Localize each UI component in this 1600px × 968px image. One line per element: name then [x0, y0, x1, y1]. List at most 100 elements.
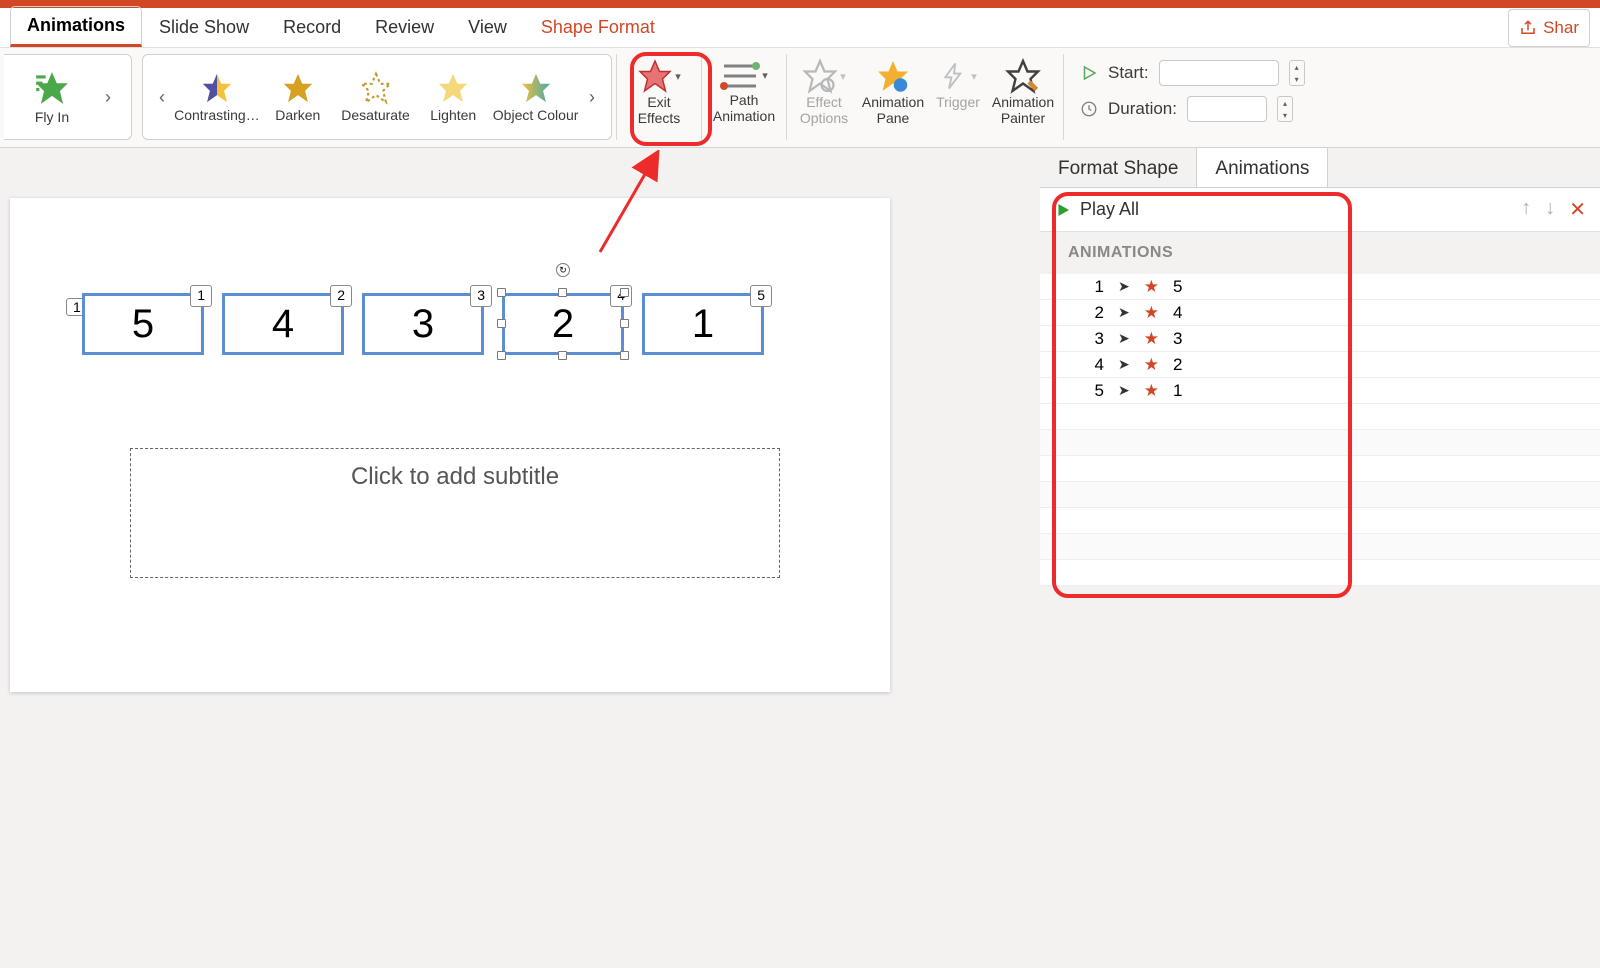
gallery-next[interactable]: › — [94, 59, 122, 135]
timing-group: Start: ▴▾ Duration: ▴▾ — [1068, 54, 1311, 122]
exit-effects-label: Exit Effects — [638, 94, 681, 126]
animation-pane: Format Shape Animations Play All ↑ ↓ ✕ A… — [1040, 148, 1600, 968]
exit-star-icon: ★ — [1144, 355, 1159, 375]
move-down-icon[interactable]: ↓ — [1545, 197, 1555, 222]
play-all-bar: Play All ↑ ↓ ✕ — [1040, 188, 1600, 232]
exit-effects-button[interactable]: ▾ Exit Effects — [621, 54, 697, 140]
start-dropdown[interactable] — [1159, 60, 1279, 86]
share-button[interactable]: Shar — [1508, 9, 1590, 47]
entrance-gallery[interactable]: Fly In › — [4, 54, 132, 140]
star-icon — [519, 71, 553, 105]
order-number: 3 — [1090, 329, 1104, 349]
emphasis-gallery[interactable]: ‹ Contrasting… Darken Desaturate Lighten… — [142, 54, 612, 140]
play-icon[interactable] — [1054, 201, 1072, 219]
animation-list-item[interactable]: 5➤★1 — [1040, 378, 1600, 404]
exit-star-icon: ★ — [1144, 381, 1159, 401]
ribbon-tabs: Animations Slide Show Record Review View… — [0, 8, 1600, 48]
separator — [1063, 54, 1064, 140]
chevron-down-icon: ▾ — [675, 70, 681, 83]
chevron-down-icon: ▾ — [840, 70, 846, 83]
exit-star-icon: ★ — [1144, 329, 1159, 349]
start-label: Start: — [1108, 63, 1149, 83]
bolt-icon — [939, 58, 969, 94]
duration-stepper[interactable]: ▴▾ — [1277, 96, 1293, 122]
delete-icon[interactable]: ✕ — [1569, 197, 1586, 222]
effect-options-button: ▾ Effect Options — [791, 54, 857, 140]
path-icon — [720, 58, 760, 92]
chevron-down-icon: ▾ — [971, 70, 977, 83]
selection-handle[interactable] — [497, 288, 506, 297]
right-pane-tabs: Format Shape Animations — [1040, 148, 1600, 188]
separator — [786, 54, 787, 140]
animation-list-item[interactable]: 4➤★2 — [1040, 352, 1600, 378]
selection-handle[interactable] — [497, 351, 506, 360]
animation-lighten[interactable]: Lighten — [414, 59, 492, 135]
star-gear-icon — [802, 58, 838, 94]
tab-shape-format[interactable]: Shape Format — [524, 8, 672, 47]
star-icon — [359, 71, 393, 105]
animation-desaturate[interactable]: Desaturate — [337, 59, 415, 135]
animation-contrasting[interactable]: Contrasting… — [175, 59, 259, 135]
selection-handle[interactable] — [620, 319, 629, 328]
gallery-next[interactable]: › — [579, 59, 605, 135]
rotation-handle[interactable]: ↻ — [556, 263, 570, 277]
tab-slideshow[interactable]: Slide Show — [142, 8, 266, 47]
animation-pane-button[interactable]: Animation Pane — [857, 54, 929, 140]
shape-text: 5 — [82, 293, 204, 355]
slide-canvas[interactable]: 1 51423324↻15 Click to add subtitle — [0, 148, 1040, 968]
tab-review[interactable]: Review — [358, 8, 451, 47]
selection-handle[interactable] — [497, 319, 506, 328]
animation-order-tag[interactable]: 1 — [190, 285, 212, 307]
play-all-label[interactable]: Play All — [1080, 199, 1139, 220]
move-up-icon[interactable]: ↑ — [1521, 197, 1531, 222]
animation-list-item[interactable]: 2➤★4 — [1040, 300, 1600, 326]
animation-order-tag[interactable]: 3 — [470, 285, 492, 307]
shape-2[interactable]: 24↻ — [502, 293, 624, 355]
path-animation-button[interactable]: ▾ Path Animation — [706, 54, 782, 140]
duration-input[interactable] — [1187, 96, 1267, 122]
star-icon — [33, 69, 71, 107]
gallery-prev[interactable]: ‹ — [149, 59, 175, 135]
star-icon — [436, 71, 470, 105]
tab-record[interactable]: Record — [266, 8, 358, 47]
animation-order-tag[interactable]: 2 — [330, 285, 352, 307]
tab-animations[interactable]: Animations — [10, 6, 142, 47]
target-name: 4 — [1173, 303, 1182, 323]
animation-darken[interactable]: Darken — [259, 59, 337, 135]
animation-list-item[interactable]: 1➤★5 — [1040, 274, 1600, 300]
animation-painter-button[interactable]: Animation Painter — [987, 54, 1059, 140]
subtitle-placeholder[interactable]: Click to add subtitle — [130, 448, 780, 578]
target-name: 3 — [1173, 329, 1182, 349]
star-gear-icon — [875, 58, 911, 94]
shape-5[interactable]: 51 — [82, 293, 204, 355]
target-name: 2 — [1173, 355, 1182, 375]
exit-star-icon: ★ — [1144, 277, 1159, 297]
tab-format-shape[interactable]: Format Shape — [1040, 148, 1197, 187]
ribbon: Fly In › ‹ Contrasting… Darken Desaturat… — [0, 48, 1600, 148]
selection-handle[interactable] — [620, 288, 629, 297]
share-label: Shar — [1543, 18, 1579, 38]
shape-4[interactable]: 42 — [222, 293, 344, 355]
shape-3[interactable]: 33 — [362, 293, 484, 355]
tab-view[interactable]: View — [451, 8, 524, 47]
star-icon — [200, 71, 234, 105]
star-icon — [637, 58, 673, 94]
slide[interactable]: 1 51423324↻15 Click to add subtitle — [10, 198, 890, 692]
animation-flyin[interactable]: Fly In — [10, 59, 94, 135]
animation-label: Fly In — [35, 109, 69, 125]
shape-1[interactable]: 15 — [642, 293, 764, 355]
exit-star-icon: ★ — [1144, 303, 1159, 323]
tab-animations-pane[interactable]: Animations — [1197, 148, 1328, 187]
onclick-icon: ➤ — [1118, 382, 1130, 399]
selection-handle[interactable] — [558, 288, 567, 297]
animation-object-colour[interactable]: Object Colour — [492, 59, 579, 135]
animation-list-item[interactable]: 3➤★3 — [1040, 326, 1600, 352]
animation-painter-label: Animation Painter — [992, 94, 1054, 126]
animation-list: 1➤★52➤★43➤★34➤★25➤★1 — [1040, 274, 1600, 586]
selection-handle[interactable] — [620, 351, 629, 360]
start-stepper[interactable]: ▴▾ — [1289, 60, 1305, 86]
animation-order-tag[interactable]: 5 — [750, 285, 772, 307]
selection-handle[interactable] — [558, 351, 567, 360]
shape-text: 1 — [642, 293, 764, 355]
onclick-icon: ➤ — [1118, 278, 1130, 295]
